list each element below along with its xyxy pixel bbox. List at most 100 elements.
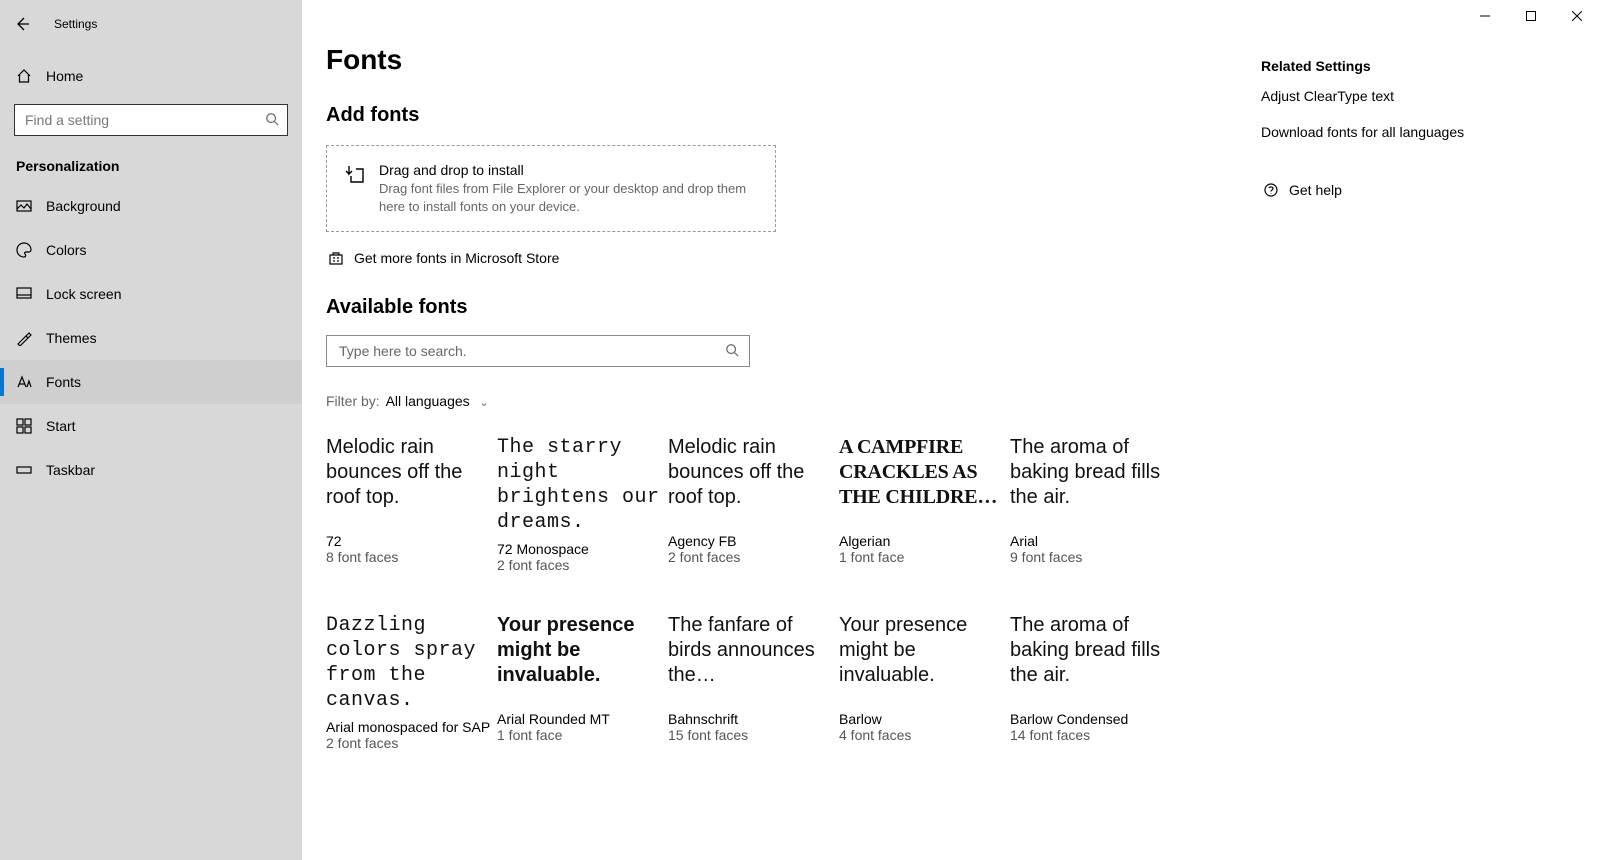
nav-label: Start [46,418,76,434]
font-card[interactable]: Your presence might be invaluable. Arial … [497,613,662,751]
minimize-button[interactable] [1462,0,1508,32]
font-faces: 2 font faces [668,549,833,565]
nav-label: Fonts [46,374,81,390]
window-controls [1462,0,1600,32]
font-preview: The aroma of baking bread fills the air. [1010,435,1175,527]
font-faces: 8 font faces [326,549,491,565]
palette-icon [14,242,34,258]
settings-search-input[interactable] [23,111,265,129]
help-label: Get help [1289,182,1342,198]
font-name: Arial monospaced for SAP [326,719,491,735]
nav-label: Themes [46,330,97,346]
close-button[interactable] [1554,0,1600,32]
available-fonts-heading: Available fonts [326,296,1221,319]
nav-label: Taskbar [46,462,95,478]
sidebar: Settings Home Personalization Background… [0,0,302,860]
font-name: Barlow Condensed [1010,711,1175,727]
font-preview: Your presence might be invaluable. [839,613,1004,705]
nav-taskbar[interactable]: Taskbar [0,448,302,492]
font-grid: Melodic rain bounces off the roof top. 72… [326,435,1221,751]
font-faces: 14 font faces [1010,727,1175,743]
nav-label: Lock screen [46,286,121,302]
font-name: 72 [326,533,491,549]
font-name: 72 Monospace [497,541,662,557]
font-dropzone[interactable]: Drag and drop to install Drag font files… [326,145,776,232]
font-faces: 4 font faces [839,727,1004,743]
page-title: Fonts [326,44,1221,76]
start-icon [14,418,34,434]
filter-value: All languages [386,393,470,409]
font-faces: 1 font face [497,727,662,743]
font-card[interactable]: The fanfare of birds announces the… Bahns… [668,613,833,751]
font-faces: 1 font face [839,549,1004,565]
font-faces: 2 font faces [497,557,662,573]
font-preview: Dazzling colors spray from the canvas. [326,613,491,713]
filter-dropdown[interactable]: Filter by: All languages ⌄ [326,393,1221,409]
section-heading: Personalization [0,146,302,184]
home-nav[interactable]: Home [0,54,302,98]
font-card[interactable]: Melodic rain bounces off the roof top. 72… [326,435,491,573]
font-card[interactable]: The starry night brightens our dreams. 72… [497,435,662,573]
nav-fonts[interactable]: Fonts [0,360,302,404]
font-name: Algerian [839,533,1004,549]
home-label: Home [46,68,83,84]
filter-label: Filter by: [326,393,380,409]
back-button[interactable] [0,4,44,44]
themes-icon [14,330,34,346]
font-preview: Melodic rain bounces off the roof top. [326,435,491,527]
font-search-input[interactable] [337,342,725,360]
picture-icon [14,198,34,214]
chevron-down-icon: ⌄ [480,397,489,409]
cleartype-link[interactable]: Adjust ClearType text [1261,88,1464,104]
font-card[interactable]: Dazzling colors spray from the canvas. Ar… [326,613,491,751]
nav-themes[interactable]: Themes [0,316,302,360]
font-card[interactable]: The aroma of baking bread fills the air.… [1010,435,1175,573]
font-preview: The starry night brightens our dreams. [497,435,662,535]
nav-background[interactable]: Background [0,184,302,228]
related-panel: Related Settings Adjust ClearType text D… [1241,44,1464,860]
font-preview: The fanfare of birds announces the… [668,613,833,705]
related-heading: Related Settings [1261,58,1464,74]
drag-drop-icon [345,164,367,215]
font-icon [14,374,34,390]
add-fonts-heading: Add fonts [326,104,1221,127]
nav-lockscreen[interactable]: Lock screen [0,272,302,316]
settings-search[interactable] [14,104,288,136]
font-name: Agency FB [668,533,833,549]
store-icon [326,250,346,266]
lockscreen-icon [14,286,34,302]
maximize-button[interactable] [1508,0,1554,32]
nav-label: Colors [46,242,86,258]
search-icon [725,343,739,360]
main-content: Fonts Add fonts Drag and drop to install… [302,0,1600,860]
font-preview: Your presence might be invaluable. [497,613,662,705]
get-help-link[interactable]: Get help [1261,182,1464,198]
taskbar-icon [14,462,34,478]
font-preview: The aroma of baking bread fills the air. [1010,613,1175,705]
font-card[interactable]: Melodic rain bounces off the roof top. Ag… [668,435,833,573]
font-name: Arial [1010,533,1175,549]
nav-colors[interactable]: Colors [0,228,302,272]
store-link-label: Get more fonts in Microsoft Store [354,250,559,266]
nav-label: Background [46,198,121,214]
font-name: Bahnschrift [668,711,833,727]
font-search[interactable] [326,335,750,367]
font-name: Arial Rounded MT [497,711,662,727]
store-link[interactable]: Get more fonts in Microsoft Store [326,250,1221,266]
help-icon [1261,182,1281,198]
dropzone-title: Drag and drop to install [379,162,757,178]
font-preview: A campfire crackles as the childre… [839,435,1004,527]
font-card[interactable]: A campfire crackles as the childre… Alger… [839,435,1004,573]
font-faces: 2 font faces [326,735,491,751]
font-faces: 9 font faces [1010,549,1175,565]
font-preview: Melodic rain bounces off the roof top. [668,435,833,527]
download-fonts-link[interactable]: Download fonts for all languages [1261,124,1464,140]
home-icon [14,68,34,84]
font-card[interactable]: The aroma of baking bread fills the air.… [1010,613,1175,751]
dropzone-desc: Drag font files from File Explorer or yo… [379,180,757,215]
nav-start[interactable]: Start [0,404,302,448]
font-faces: 15 font faces [668,727,833,743]
font-card[interactable]: Your presence might be invaluable. Barlow… [839,613,1004,751]
font-name: Barlow [839,711,1004,727]
search-icon [265,112,279,129]
